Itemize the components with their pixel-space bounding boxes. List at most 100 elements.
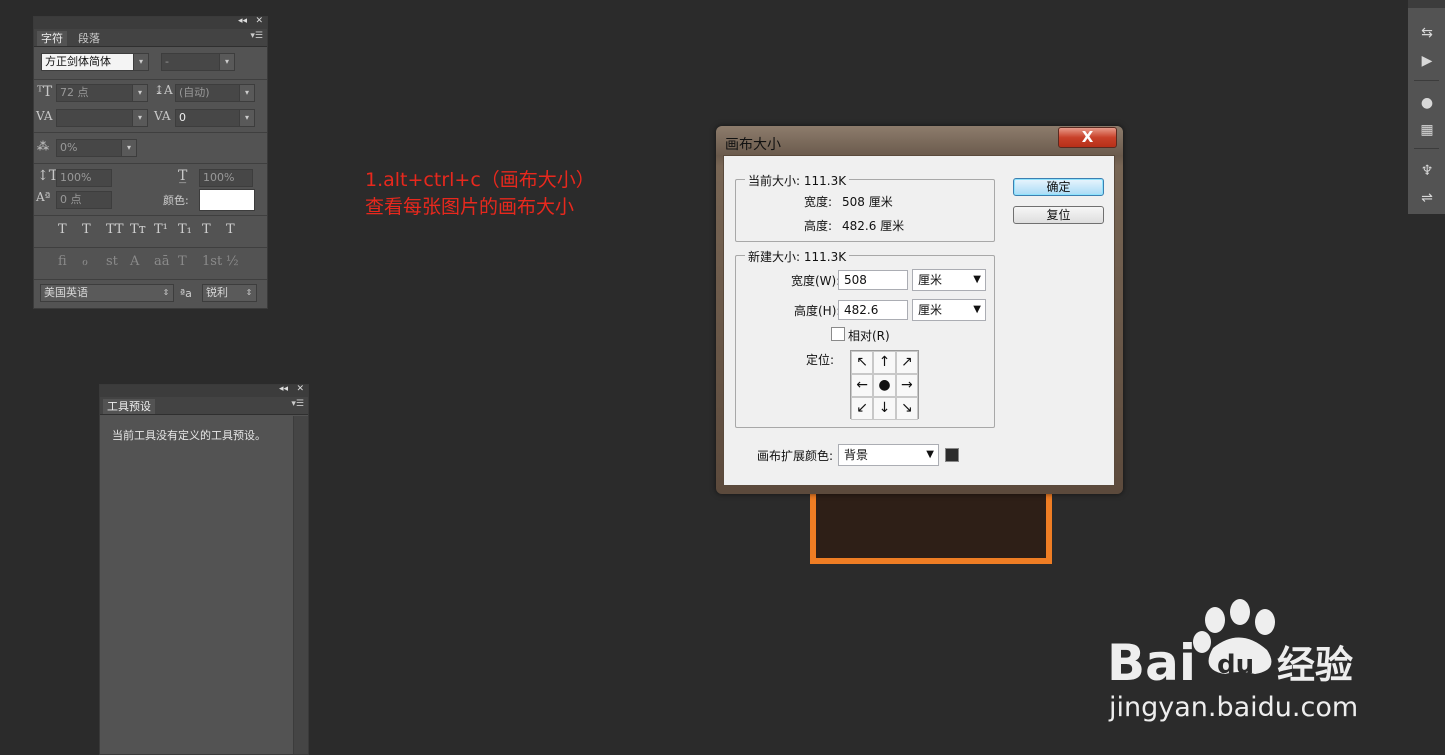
play-icon[interactable]: ▶ [1417,52,1437,70]
antialias-icon: ªa [180,287,192,300]
collapse-icon[interactable]: ◂◂ [279,384,288,394]
extension-color-select[interactable]: 背景 ▼ [838,444,939,466]
divider [34,279,267,280]
anchor-label: 定位: [806,353,835,367]
style-button-1[interactable]: T [82,222,91,237]
swatches-icon[interactable]: ▦ [1417,121,1437,139]
chevron-down-icon: ▾ [121,140,136,156]
antialias-select[interactable]: 锐利 ⇕ [202,284,257,302]
extension-color-swatch[interactable] [945,448,959,462]
kerning-icon: VA [36,109,53,123]
style-button-6[interactable]: T [202,222,211,237]
reset-button[interactable]: 复位 [1013,206,1104,224]
anchor-cell-8[interactable]: ↘ [895,397,918,420]
character-panel: ◂◂ ✕ 字符 段落 ▾☰ 方正剑体简体 ▾ - ▾ ᵀT 72 点 ▾ ↨A (自动… [33,16,268,309]
height-label: 高度(H): [794,304,841,318]
anchor-cell-0[interactable]: ↖ [851,351,874,374]
tab-character[interactable]: 字符 [37,31,67,46]
opentype-button-1[interactable]: ℴ [82,254,88,269]
opentype-button-7[interactable]: ½ [226,254,239,269]
chevron-down-icon: ▾ [239,85,254,101]
current-width-label: 宽度: [804,195,833,209]
dialog-body: 当前大小: 111.3K 宽度: 508 厘米 高度: 482.6 厘米 新建大… [723,155,1115,486]
tracking-icon: VA [154,109,171,123]
divider [34,163,267,164]
tsume-icon: ⁂ [37,139,49,153]
panel-tabs: 字符 段落 ▾☰ [34,29,267,47]
collapse-icon[interactable]: ◂◂ [238,16,247,26]
scrollbar[interactable] [293,416,308,754]
relative-checkbox[interactable] [831,327,845,341]
vertical-scale-field[interactable]: 100% [56,169,112,187]
opentype-button-2[interactable]: st [106,254,118,269]
style-button-5[interactable]: T₁ [178,222,192,237]
close-icon[interactable]: ✕ [296,384,304,394]
opentype-button-0[interactable]: fi [58,254,67,269]
anchor-cell-3[interactable]: ← [851,374,874,397]
watermark-brand-suffix: du [1217,650,1254,680]
tracking-field[interactable]: 0 ▾ [175,109,255,127]
anchor-cell-7[interactable]: ↓ [873,397,896,420]
leading-field[interactable]: (自动) ▾ [175,84,255,102]
font-style-select[interactable]: - ▾ [161,53,235,71]
current-height-label: 高度: [804,219,833,233]
divider [1414,80,1439,81]
dialog-title: 画布大小 [725,137,781,153]
palette-icon[interactable]: ● [1417,94,1437,112]
anchor-cell-6[interactable]: ↙ [851,397,874,420]
updown-icon: ⇕ [162,288,170,297]
height-unit-select[interactable]: 厘米 ▼ [912,299,986,321]
baseline-shift-field[interactable]: 0 点 [56,191,112,209]
relative-label[interactable]: 相对(R) [848,327,890,344]
font-family-select[interactable]: 方正剑体简体 ▾ [41,53,149,71]
ok-button[interactable]: 确定 [1013,178,1104,196]
language-select[interactable]: 美国英语 ⇕ [40,284,174,302]
panel-titlebar: ◂◂ ✕ [100,384,308,397]
font-size-field[interactable]: 72 点 ▾ [56,84,148,102]
tool-preset-panel: ◂◂ ✕ 工具预设 ▾☰ 当前工具没有定义的工具预设。 [99,384,309,755]
annotation-line-2: 查看每张图片的画布大小 [365,196,575,218]
opentype-button-3[interactable]: A [130,254,139,269]
width-label: 宽度(W): [791,274,841,288]
style-button-2[interactable]: TT [106,222,124,237]
anchor-cell-4[interactable]: ● [873,374,896,397]
tab-paragraph[interactable]: 段落 [74,31,104,46]
chevron-down-icon: ▼ [926,449,934,460]
width-input[interactable]: 508 [838,270,908,290]
close-icon[interactable]: ✕ [255,16,263,26]
opentype-button-6[interactable]: 1st [202,254,222,269]
current-height-value: 482.6 厘米 [842,219,905,233]
baidu-watermark: Bai du 经验 jingyan.baidu.com [1107,599,1358,723]
panel-menu-icon[interactable]: ▾☰ [291,399,304,409]
anchor-cell-2[interactable]: ↗ [895,351,918,374]
tsume-field[interactable]: 0% ▾ [56,139,137,157]
current-width-value: 508 厘米 [842,195,893,209]
right-toolbar: ⇆ ▶ ● ▦ ♆ ⇌ [1408,0,1445,214]
anchor-cell-1[interactable]: ↑ [873,351,896,374]
kerning-field[interactable]: ▾ [56,109,148,127]
watermark-brand: Bai [1107,634,1196,692]
opentype-button-5[interactable]: T [178,254,187,269]
leading-icon: ↨A [154,83,173,97]
panel-menu-icon[interactable]: ▾☰ [250,31,263,41]
opentype-button-4[interactable]: aā [154,254,170,269]
adjustments-icon[interactable]: ⇌ [1417,189,1437,207]
divider [34,132,267,133]
style-button-3[interactable]: Tт [130,222,146,237]
tab-tool-presets[interactable]: 工具预设 [103,399,155,414]
anchor-cell-5[interactable]: → [895,374,918,397]
width-unit-select[interactable]: 厘米 ▼ [912,269,986,291]
brush-icon[interactable]: ♆ [1417,162,1437,180]
chevron-down-icon: ▼ [973,274,981,285]
height-input[interactable]: 482.6 [838,300,908,320]
history-icon[interactable]: ⇆ [1417,24,1437,42]
close-button[interactable]: X [1058,127,1117,148]
horizontal-scale-icon: T̲ [178,168,188,184]
style-button-4[interactable]: T¹ [154,222,168,237]
canvas-size-dialog: 画布大小 X 当前大小: 111.3K 宽度: 508 厘米 高度: 482.6… [716,126,1123,494]
text-color-swatch[interactable] [199,189,255,211]
style-button-7[interactable]: T [226,222,235,237]
horizontal-scale-field[interactable]: 100% [199,169,253,187]
divider [34,247,267,248]
style-button-0[interactable]: T [58,222,67,237]
